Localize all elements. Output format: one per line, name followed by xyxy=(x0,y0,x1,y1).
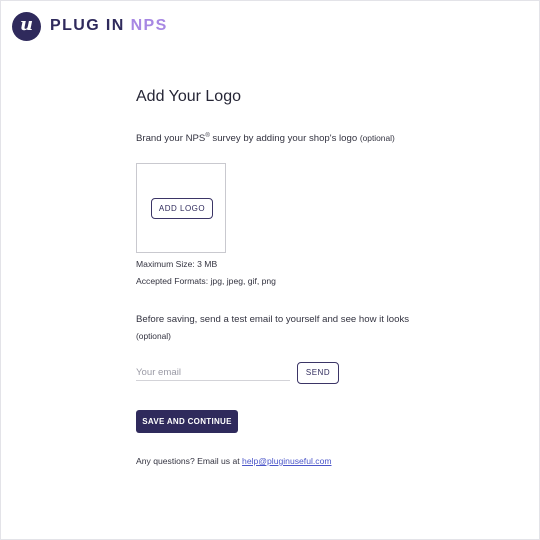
add-logo-button[interactable]: ADD LOGO xyxy=(151,198,213,219)
intro-optional: (optional) xyxy=(359,133,395,144)
accepted-formats-text: Accepted Formats: jpg, jpeg, gif, png xyxy=(136,276,276,286)
brand-logo-icon: u xyxy=(12,11,41,41)
brand-name-accent: NPS xyxy=(130,17,168,34)
questions-label: Any questions? Email us at xyxy=(136,456,243,466)
intro-text: Brand your NPS® survey by adding your sh… xyxy=(136,133,395,144)
test-email-title: Before saving, send a test email to your… xyxy=(136,314,410,325)
max-size-text: Maximum Size: 3 MB xyxy=(136,259,218,269)
brand-header: u PLUG IN NPS xyxy=(12,10,168,42)
intro-prefix: Brand your NPS xyxy=(136,133,206,145)
send-button[interactable]: SEND xyxy=(297,362,339,384)
questions-text: Any questions? Email us at help@pluginus… xyxy=(136,456,332,466)
save-and-continue-button[interactable]: SAVE AND CONTINUE xyxy=(136,410,238,433)
page-title: Add Your Logo xyxy=(136,88,241,105)
email-field[interactable] xyxy=(136,364,290,381)
logo-dropzone[interactable]: ADD LOGO xyxy=(136,163,226,253)
intro-suffix: survey by adding your shop's logo xyxy=(209,133,360,145)
brand-name-main: PLUG IN xyxy=(50,17,125,34)
brand-logo-letter: u xyxy=(19,14,34,35)
test-email-optional: (optional) xyxy=(136,331,171,341)
support-email-link[interactable]: help@pluginuseful.com xyxy=(242,456,331,466)
brand-name: PLUG IN NPS xyxy=(50,17,168,35)
